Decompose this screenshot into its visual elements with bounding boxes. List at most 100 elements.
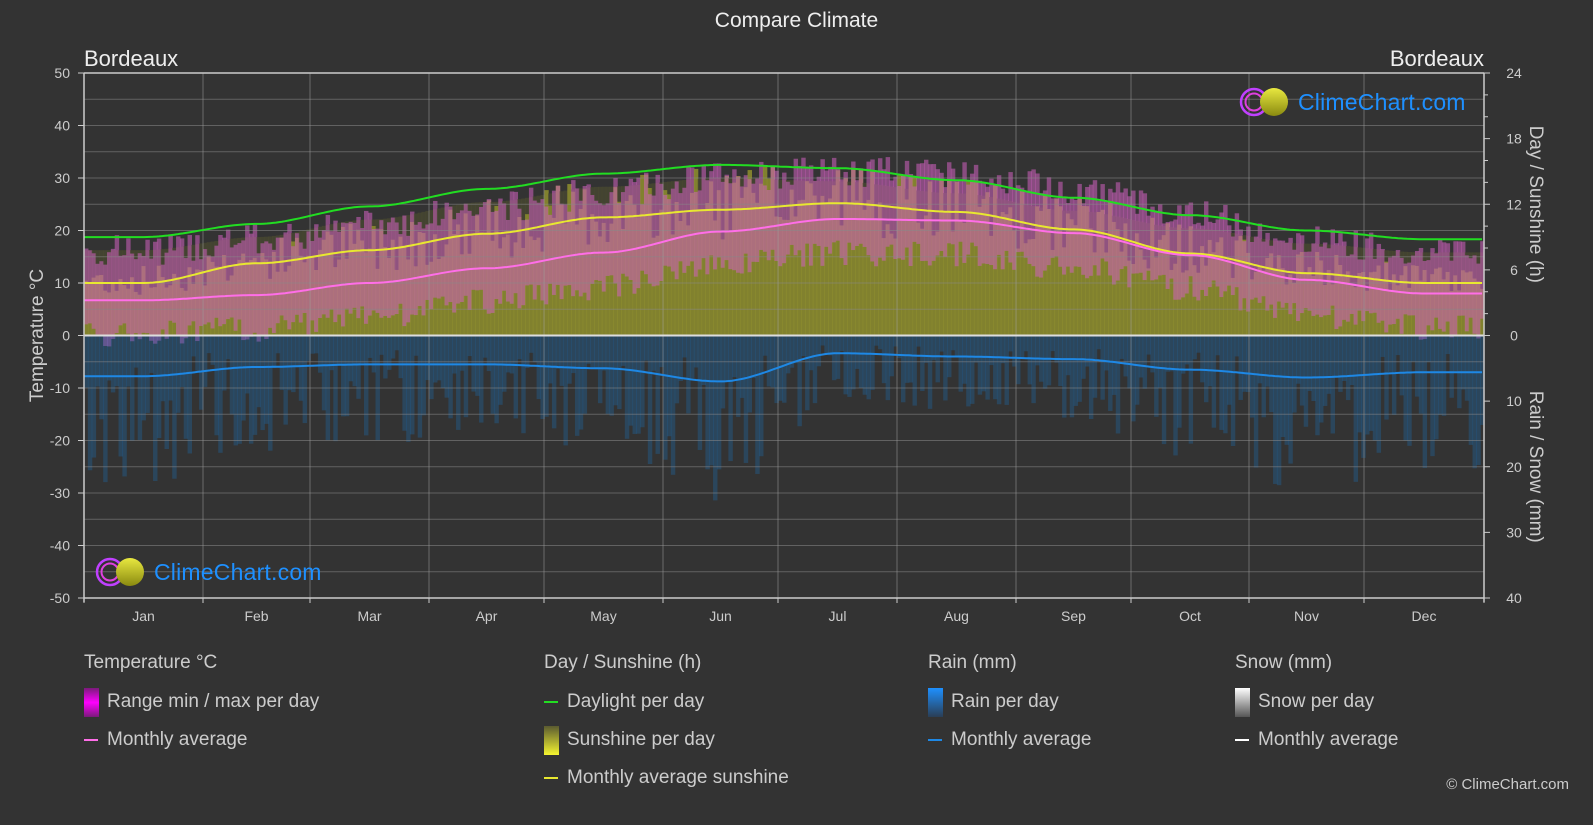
rain-day-bar — [793, 335, 799, 364]
grid-layer — [83, 72, 1485, 599]
rain-day-bar — [1050, 335, 1056, 352]
temp-range-day-bar — [644, 172, 649, 275]
rain-day-bar — [156, 335, 162, 439]
chart-title: Compare Climate — [714, 9, 879, 32]
rain-day-bar — [881, 335, 887, 384]
rain-day-bar — [321, 335, 327, 411]
rain-day-bar — [291, 335, 296, 393]
temp-range-day-bar — [1031, 169, 1036, 267]
rain-day-bar — [149, 335, 154, 373]
temp-range-day-bar — [283, 232, 288, 321]
daylight-day-bar — [548, 193, 553, 206]
legend-snow: Snow (mm) Snow per day Monthly average — [1235, 652, 1398, 766]
temp-range-day-bar — [467, 210, 472, 311]
temp-range-day-bar — [475, 214, 480, 291]
legend-item: Daylight per day — [544, 690, 789, 714]
rain-day-bar — [479, 335, 484, 423]
temp-range-day-bar — [1085, 186, 1090, 279]
temp-range-day-bar — [743, 175, 749, 254]
temp-range-day-bar — [1062, 197, 1067, 275]
temp-range-day-bar — [1039, 193, 1044, 278]
temp-range-day-bar — [640, 204, 645, 271]
temp-range-day-bar — [632, 182, 637, 294]
temp-range-day-bar — [697, 190, 703, 270]
temp-range-day-bar — [1004, 193, 1009, 251]
rain-day-bar — [985, 335, 990, 400]
rain-day-bar — [525, 335, 530, 368]
rain-day-bar — [317, 335, 323, 373]
rain-day-bar — [1131, 335, 1136, 422]
rain-day-bar — [674, 335, 680, 404]
temp-range-day-bar — [1027, 171, 1032, 264]
temp-range-day-bar — [1422, 260, 1428, 340]
rain-day-bar — [1338, 335, 1343, 392]
rain-day-bar — [1238, 335, 1243, 400]
rain-day-bar — [103, 335, 108, 483]
temp-range-day-bar — [709, 171, 714, 256]
rain-day-bar — [1173, 335, 1178, 456]
temp-range-day-bar — [1288, 237, 1293, 315]
temp-range-day-bar — [482, 202, 488, 310]
legend-label: Rain per day — [951, 691, 1059, 712]
right-bottom-axis-title: Rain / Snow (mm) — [1525, 391, 1546, 543]
month-label: Oct — [1179, 608, 1201, 624]
temp-range-day-bar — [720, 181, 726, 268]
rain-day-bar — [164, 335, 169, 450]
sunshine-day-bar — [1146, 268, 1151, 336]
temp-range-day-bar — [279, 237, 285, 316]
left-tick-label: -40 — [50, 538, 70, 554]
rain-day-bar — [1069, 335, 1075, 418]
temp-range-day-bar — [912, 186, 917, 242]
temp-range-day-bar — [202, 249, 208, 325]
daylight-day-bar — [371, 219, 377, 226]
temp-range-day-bar — [559, 203, 565, 300]
rain-day-bar — [1219, 335, 1224, 430]
rain-day-bar — [582, 335, 588, 414]
rain-day-bar — [831, 335, 837, 381]
left-tick-label: -20 — [50, 433, 70, 449]
snow-swatch-icon — [1235, 687, 1250, 717]
temp-range-day-bar — [233, 244, 239, 331]
temp-range-day-bar — [1280, 240, 1286, 308]
month-label: Jun — [709, 608, 732, 624]
temp-range-day-bar — [1296, 233, 1301, 322]
rain-day-bar — [1234, 335, 1240, 357]
temp-range-day-bar — [605, 203, 611, 276]
temp-range-day-bar — [168, 234, 173, 321]
climechart-logo-top[interactable]: ClimeChart.com — [1238, 86, 1466, 118]
temp-range-day-bar — [268, 243, 273, 328]
temp-range-day-bar — [1184, 205, 1190, 294]
temp-range-day-bar — [1211, 222, 1217, 281]
month-label: Nov — [1294, 608, 1319, 624]
temp-range-day-bar — [1196, 222, 1201, 301]
rain-day-bar — [866, 335, 871, 400]
temp-range-day-bar — [222, 237, 227, 325]
rain-day-bar — [670, 335, 676, 475]
rain-day-bar — [1196, 335, 1201, 353]
climechart-logo-icon — [95, 557, 144, 587]
rain-day-bar — [989, 335, 994, 366]
legend-label: Daylight per day — [567, 691, 705, 712]
rain-day-bar — [628, 335, 634, 426]
rain-day-bar — [854, 335, 860, 369]
rain-day-bar — [682, 335, 687, 358]
temp-range-day-bar — [1368, 232, 1374, 314]
rain-day-bar — [1180, 335, 1186, 374]
rain-day-bar — [456, 335, 461, 430]
rain-day-bar — [1000, 335, 1006, 364]
rain-day-bar — [1104, 335, 1109, 371]
rain-day-bar — [252, 335, 258, 435]
rain-day-bar — [1065, 335, 1071, 376]
temp-range-day-bar — [498, 198, 503, 304]
rain-day-bar — [1307, 335, 1312, 391]
rain-day-bar — [187, 335, 192, 454]
rain-day-bar — [448, 335, 453, 419]
climechart-logo-bottom[interactable]: ClimeChart.com — [94, 556, 322, 588]
rain-day-bar — [536, 335, 542, 400]
temp-range-day-bar — [298, 242, 304, 323]
rain-day-bar — [356, 335, 361, 399]
temp-range-day-bar — [1315, 226, 1320, 315]
temp-range-day-bar — [1230, 236, 1236, 296]
rain-day-bar — [298, 335, 304, 401]
temp-range-day-bar — [678, 193, 683, 262]
